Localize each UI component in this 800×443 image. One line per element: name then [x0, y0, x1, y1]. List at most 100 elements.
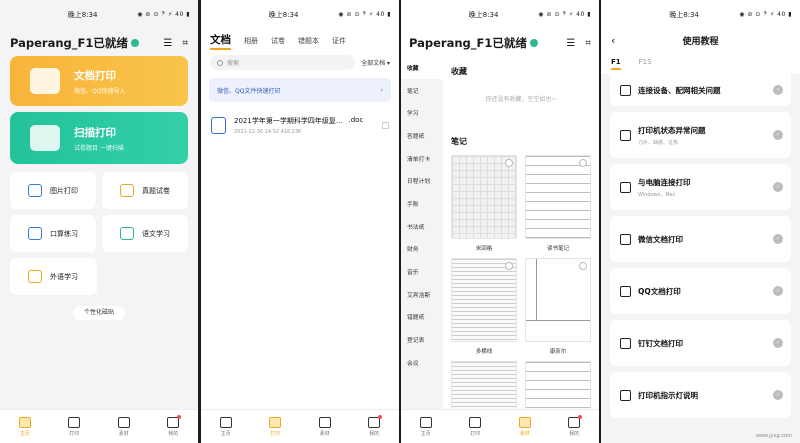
back-icon[interactable]: ‹: [611, 34, 615, 47]
tab-label: 素材: [519, 430, 530, 437]
tool-image-print[interactable]: 图片打印: [10, 172, 96, 209]
doc-print-card[interactable]: 文档打印 微信、QQ快速导入: [10, 56, 188, 106]
notes-heading: 笔记: [451, 137, 467, 146]
material-screen: 晚上8:34 ◉ ⊘ ⊙ 𝄢 ⚡ 40 ▮ Paperang_F1已就绪 ☰ ⌗…: [401, 0, 599, 443]
help-item[interactable]: 连接设备、配网相关问题 ›: [610, 74, 791, 106]
category-item[interactable]: 答题纸: [401, 124, 443, 147]
paper-label: 米回格: [475, 246, 493, 252]
scan-print-card[interactable]: 扫描打印 试卷题目 一键扫描: [10, 112, 188, 164]
folder-icon: [30, 68, 60, 94]
help-topic-icon: [620, 389, 631, 401]
file-row[interactable]: 2021学年第一学期科学四年级复... .doc 2021-12-30 14:52…: [201, 107, 399, 144]
device-settings-icon[interactable]: ☰: [566, 38, 575, 49]
tool-exam-papers[interactable]: 真题试卷: [102, 172, 188, 209]
material-content: 收藏 你还没有收藏，空空如也~ 笔记 米回格 读书笔记 多横线 康奈尔: [443, 56, 599, 421]
tab-material[interactable]: 素材: [518, 416, 531, 437]
tab-f1[interactable]: F1: [611, 58, 621, 70]
tool-mental-math[interactable]: 口算练习: [10, 215, 96, 252]
category-item[interactable]: 日程计划: [401, 169, 443, 192]
category-item[interactable]: 错题纸: [401, 306, 443, 329]
device-title-text: Paperang_F1已就绪: [10, 36, 128, 50]
search-row: 搜索 全部文档 ▾: [201, 52, 399, 73]
category-item[interactable]: 学习: [401, 101, 443, 124]
device-settings-icon[interactable]: ☰: [163, 38, 172, 49]
help-topic-icon: [620, 181, 631, 193]
select-circle-icon[interactable]: [579, 262, 587, 270]
favorite-icon[interactable]: [382, 122, 389, 129]
category-item[interactable]: 手账: [401, 192, 443, 215]
tab-print[interactable]: 打印: [269, 416, 282, 437]
profile-icon: [568, 414, 583, 428]
help-item-title: 与电脑连接打印: [638, 177, 691, 187]
category-item[interactable]: 收藏: [401, 56, 443, 79]
scan-icon[interactable]: ⌗: [585, 38, 591, 49]
category-item[interactable]: 书法纸: [401, 215, 443, 238]
tab-print[interactable]: 打印: [68, 416, 81, 437]
scan-print-subtitle: 试卷题目 一键扫描: [74, 144, 124, 152]
tab-mine[interactable]: 我的: [568, 414, 583, 437]
banner-text: 微信、QQ文件快速打印: [217, 87, 281, 95]
help-item[interactable]: QQ文档打印 ›: [610, 268, 791, 314]
status-bar: 晚上8:34 ◉ ⊘ ⊙ 𝄢 ⚡ 40 ▮: [401, 0, 599, 30]
tab-home[interactable]: 主页: [419, 416, 432, 437]
tab-f1s[interactable]: F1S: [639, 58, 652, 70]
quick-import-banner[interactable]: 微信、QQ文件快速打印 ›: [209, 78, 391, 102]
status-time: 晚上8:34: [268, 11, 299, 19]
paper-grid: 米回格 读书笔记 多横线 康奈尔: [449, 155, 593, 426]
scan-icon[interactable]: ⌗: [182, 38, 188, 49]
paper-thumbnail: [451, 258, 517, 342]
category-item[interactable]: 音乐: [401, 260, 443, 283]
tool-chinese[interactable]: 语文学习: [102, 215, 188, 252]
material-header: Paperang_F1已就绪 ☰ ⌗: [401, 30, 599, 56]
chevron-right-icon: ›: [773, 390, 783, 400]
tab-exam[interactable]: 试卷: [271, 36, 285, 46]
tab-id[interactable]: 证件: [332, 36, 346, 46]
device-title[interactable]: Paperang_F1已就绪: [409, 35, 538, 51]
tab-mine[interactable]: 我的: [167, 414, 182, 437]
tab-print[interactable]: 打印: [469, 416, 482, 437]
paper-rice-grid[interactable]: 米回格: [451, 155, 517, 252]
help-item[interactable]: 钉钉文档打印 ›: [610, 320, 791, 366]
paper-multi-line[interactable]: 多横线: [451, 258, 517, 355]
device-title[interactable]: Paperang_F1已就绪: [10, 35, 139, 51]
tab-mine[interactable]: 我的: [368, 414, 383, 437]
select-circle-icon[interactable]: [505, 262, 513, 270]
select-circle-icon[interactable]: [579, 159, 587, 167]
category-item[interactable]: 登记表: [401, 328, 443, 351]
help-item-text: 连接设备、配网相关问题: [638, 85, 773, 96]
select-circle-icon[interactable]: [505, 159, 513, 167]
favorites-empty-text: 你还没有收藏，空空如也~: [485, 96, 557, 103]
scan-print-title: 扫描打印: [74, 126, 116, 139]
help-item-text: 打印机指示灯说明: [638, 390, 773, 401]
category-item[interactable]: 会议: [401, 351, 443, 374]
custom-sticker-button[interactable]: 个性化磁贴: [73, 306, 125, 320]
all-docs-dropdown[interactable]: 全部文档 ▾: [361, 58, 390, 67]
tab-home[interactable]: 主页: [18, 416, 31, 437]
page-title: 使用教程: [682, 36, 719, 47]
paper-reading-notes[interactable]: 读书笔记: [525, 155, 591, 252]
header-actions: ☰ ⌗: [163, 38, 188, 49]
help-item-title: QQ文档打印: [638, 286, 681, 296]
help-item[interactable]: 打印机指示灯说明 ›: [610, 372, 791, 418]
tab-mistakes[interactable]: 错题本: [298, 36, 319, 46]
category-item[interactable]: 笔记: [401, 79, 443, 102]
category-item[interactable]: 清单打卡: [401, 147, 443, 170]
category-item[interactable]: 财务: [401, 238, 443, 261]
tab-material[interactable]: 素材: [318, 416, 331, 437]
category-item[interactable]: 艾宾浩斯: [401, 283, 443, 306]
help-item[interactable]: 微信文档打印 ›: [610, 216, 791, 262]
paper-cornell[interactable]: 康奈尔: [525, 258, 591, 355]
tool-foreign-language[interactable]: 外语学习: [10, 258, 97, 295]
tab-documents[interactable]: 文档: [210, 32, 231, 50]
help-item[interactable]: 打印机状态异常问题 刀片、缺纸、过热 ›: [610, 112, 791, 158]
profile-icon: [368, 414, 383, 428]
help-item[interactable]: 与电脑连接打印 Windows、Mac ›: [610, 164, 791, 210]
file-ext: .doc: [348, 116, 364, 124]
calculator-icon: [28, 227, 42, 240]
tab-album[interactable]: 相册: [244, 36, 258, 46]
tab-material[interactable]: 素材: [117, 416, 130, 437]
search-input[interactable]: 搜索: [210, 55, 356, 70]
watermark-text: www.jyxg.com: [755, 433, 792, 439]
paper-label: 康奈尔: [549, 349, 567, 355]
tab-home[interactable]: 主页: [219, 416, 232, 437]
